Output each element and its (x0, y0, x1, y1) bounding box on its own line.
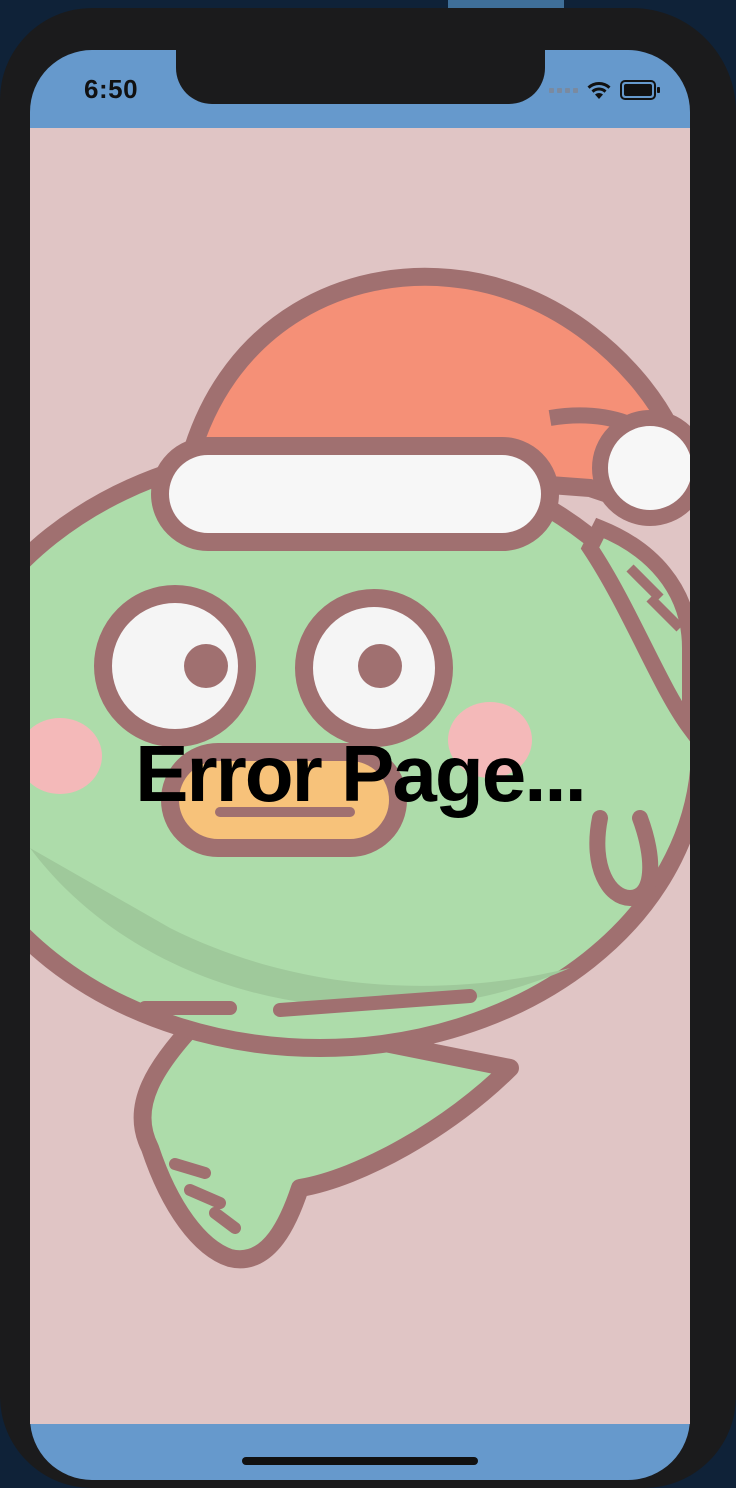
main-content: Error Page... (30, 128, 690, 1424)
error-page-title: Error Page... (135, 729, 587, 818)
home-indicator[interactable] (242, 1457, 478, 1465)
wifi-icon (587, 82, 611, 99)
status-bar-icons (549, 80, 662, 100)
device-notch (176, 50, 545, 104)
cellular-signal-icon (549, 87, 578, 93)
status-bar-time: 6:50 (84, 74, 139, 104)
battery-icon (620, 80, 660, 100)
